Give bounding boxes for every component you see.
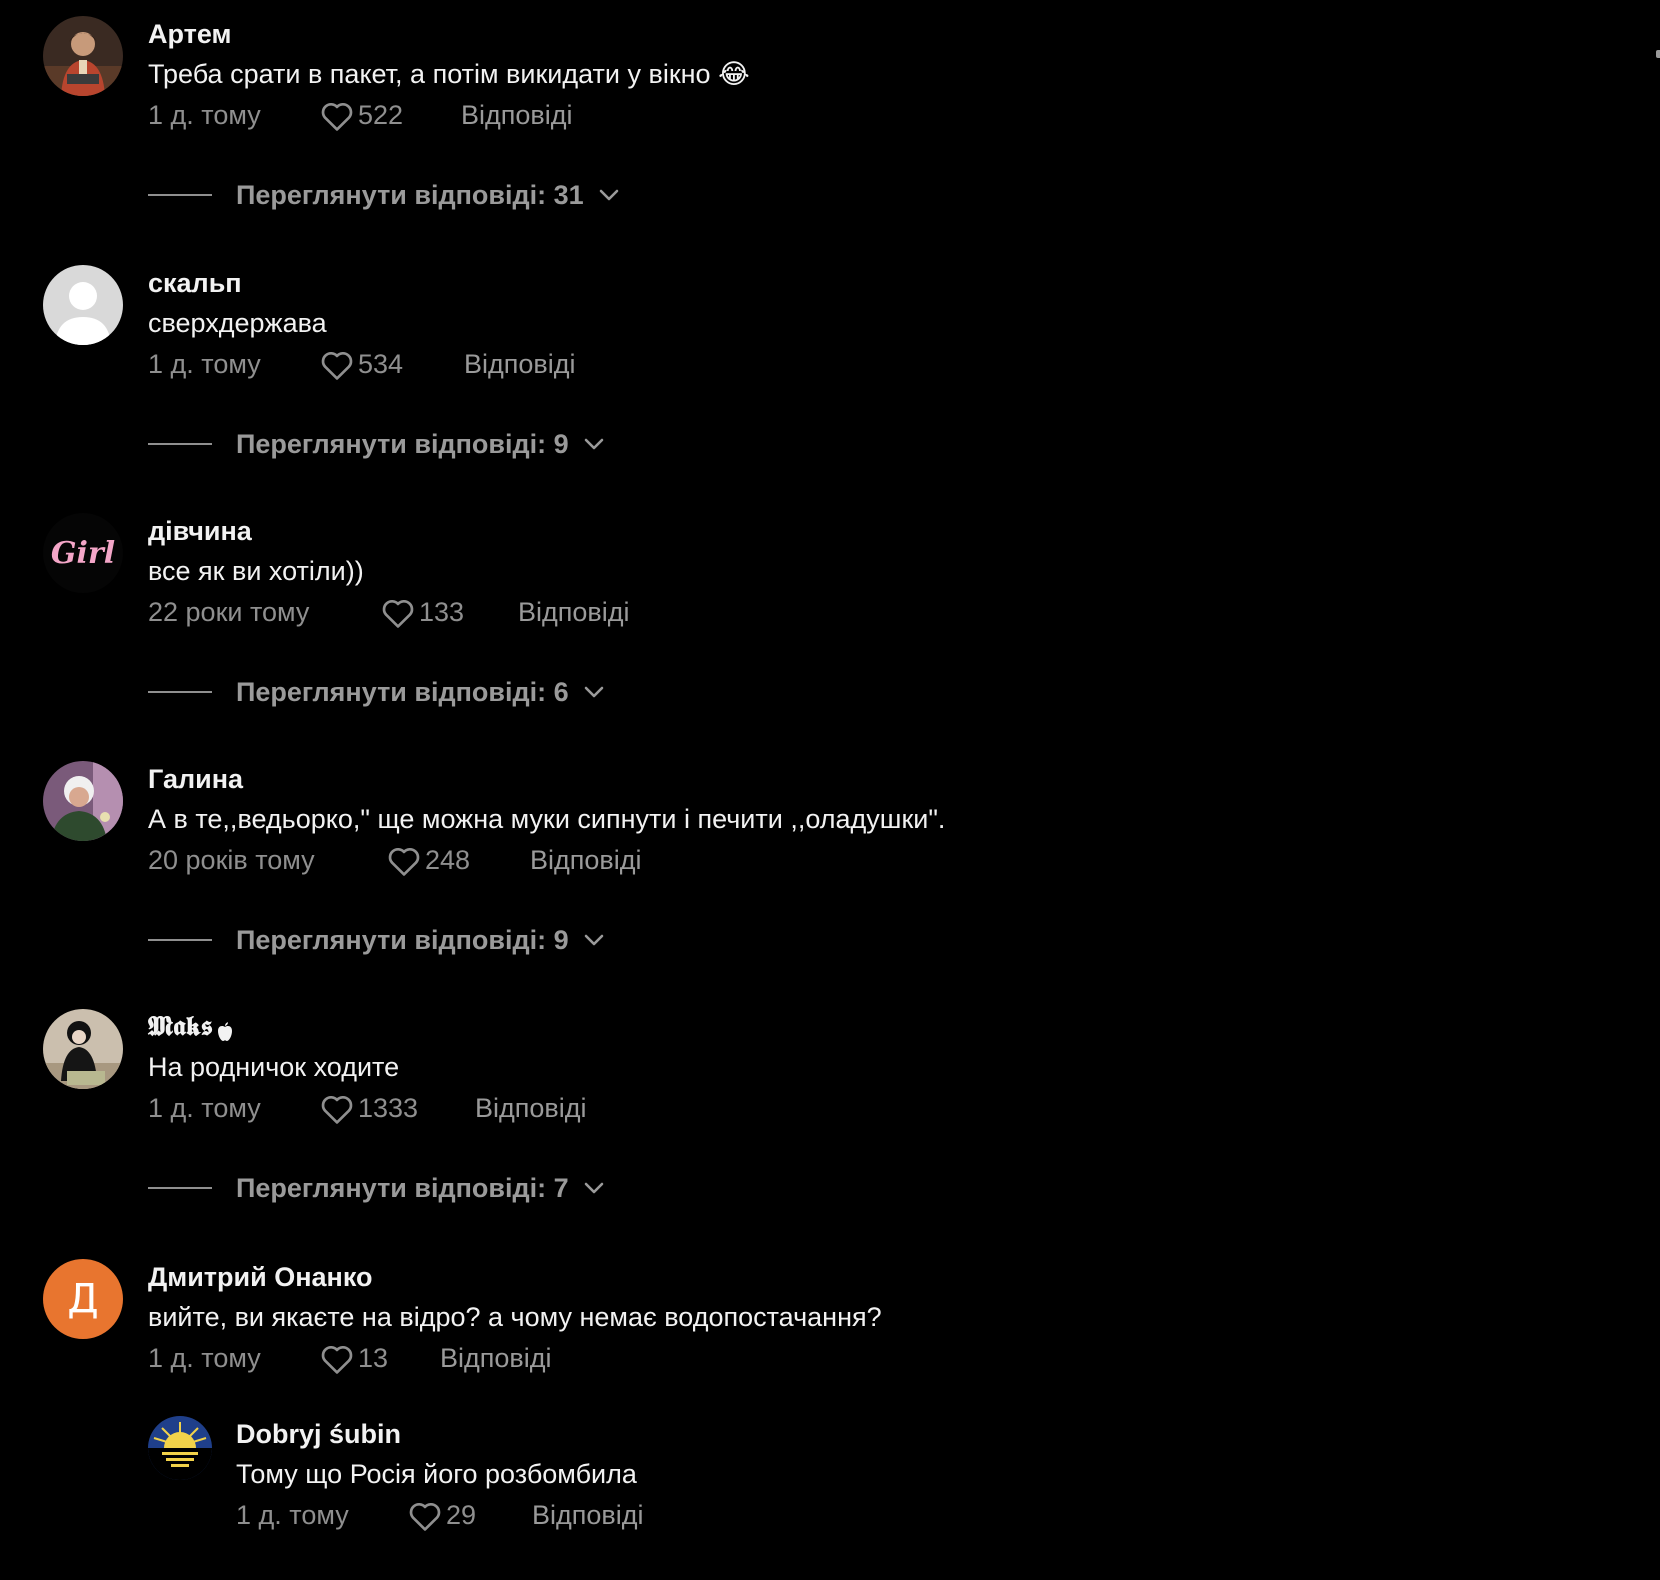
comment-author[interactable]: Dobryj śubin bbox=[236, 1416, 637, 1452]
avatar-letter: Д bbox=[67, 1276, 99, 1322]
comment-time: 1 д. тому bbox=[148, 1343, 261, 1373]
avatar[interactable] bbox=[43, 265, 123, 345]
heart-outline-icon bbox=[321, 1345, 353, 1374]
comment-body: Артем Треба срати в пакет, а потім викид… bbox=[148, 16, 750, 135]
view-replies-label: Переглянути відповіді: 9 bbox=[236, 924, 569, 955]
comment-meta: 1 д. тому 1333 Відповіді bbox=[148, 1088, 587, 1128]
heart-outline-icon bbox=[321, 1095, 353, 1124]
divider bbox=[148, 691, 212, 693]
heart-outline-icon bbox=[388, 847, 420, 876]
comment-author[interactable]: Артем bbox=[148, 16, 750, 52]
comment-body: скальп сверхдержава 1 д. тому 534 Відпов… bbox=[148, 265, 576, 384]
view-replies-label: Переглянути відповіді: 6 bbox=[236, 676, 569, 707]
comment-time: 1 д. тому bbox=[236, 1500, 349, 1530]
reply-button[interactable]: Відповіді bbox=[464, 344, 576, 384]
reply-button[interactable]: Відповіді bbox=[530, 840, 642, 880]
comment-body: 𝕸𝖆𝖐𝖘 На родничок ходите 1 д. тому 1333 В… bbox=[148, 1009, 587, 1128]
comment-text: вийте, ви якаєте на відро? а чому немає … bbox=[148, 1302, 882, 1332]
comment-body: Dobryj śubin Тому що Росія його розбомби… bbox=[236, 1416, 644, 1535]
view-replies-label: Переглянути відповіді: 31 bbox=[236, 179, 584, 210]
reply-button[interactable]: Відповіді bbox=[532, 1495, 644, 1535]
comment-text: На родничок ходите bbox=[148, 1052, 400, 1082]
comment-time: 1 д. тому bbox=[148, 1093, 261, 1123]
like-button[interactable]: 29 bbox=[408, 1495, 476, 1535]
comment-text: все як ви хотіли)) bbox=[148, 556, 364, 586]
comment-meta: 1 д. тому 522 Відповіді bbox=[148, 95, 750, 135]
view-replies-label: Переглянути відповіді: 7 bbox=[236, 1172, 569, 1203]
divider bbox=[148, 194, 212, 196]
divider bbox=[148, 1187, 212, 1189]
comment-body: Галина А в те,,ведьорко," ще можна муки … bbox=[148, 761, 945, 880]
divider bbox=[148, 443, 212, 445]
comment-time: 20 років тому bbox=[148, 845, 315, 875]
avatar[interactable] bbox=[43, 1009, 123, 1089]
avatar[interactable]: Girl bbox=[43, 513, 123, 593]
heart-outline-icon bbox=[409, 1502, 441, 1531]
reply-button[interactable]: Відповіді bbox=[461, 95, 573, 135]
comment-time: 1 д. тому bbox=[148, 349, 261, 379]
comment-text: Тому що Росія його розбомбила bbox=[236, 1459, 637, 1489]
comment-meta: 1 д. тому 534 Відповіді bbox=[148, 344, 576, 384]
chevron-down-icon bbox=[598, 188, 620, 202]
view-replies-button[interactable]: Переглянути відповіді: 31 bbox=[148, 175, 620, 215]
like-button[interactable]: 522 bbox=[320, 95, 403, 135]
comment-author[interactable]: дівчина bbox=[148, 513, 364, 549]
like-button[interactable]: 1333 bbox=[320, 1088, 418, 1128]
view-replies-button[interactable]: Переглянути відповіді: 7 bbox=[148, 1168, 605, 1208]
like-button[interactable]: 13 bbox=[320, 1338, 388, 1378]
comment-meta: 1 д. тому 13 Відповіді bbox=[148, 1338, 882, 1378]
reply-button[interactable]: Відповіді bbox=[475, 1088, 587, 1128]
like-button[interactable]: 248 bbox=[387, 840, 470, 880]
divider bbox=[148, 939, 212, 941]
comment-author-name: 𝕸𝖆𝖐𝖘 bbox=[148, 1011, 213, 1042]
avatar[interactable] bbox=[43, 761, 123, 841]
view-replies-button[interactable]: Переглянути відповіді: 6 bbox=[148, 672, 605, 712]
chevron-down-icon bbox=[583, 1181, 605, 1195]
view-replies-label: Переглянути відповіді: 9 bbox=[236, 428, 569, 459]
comment-author[interactable]: Галина bbox=[148, 761, 945, 797]
comment-body: Дмитрий Онанко вийте, ви якаєте на відро… bbox=[148, 1259, 882, 1378]
heart-outline-icon bbox=[321, 102, 353, 131]
chevron-down-icon bbox=[583, 685, 605, 699]
like-count: 522 bbox=[358, 100, 404, 130]
comment-text: Треба срати в пакет, а потім викидати у … bbox=[148, 59, 750, 89]
like-count: 29 bbox=[446, 1500, 477, 1530]
avatar[interactable] bbox=[148, 1416, 212, 1480]
view-replies-button[interactable]: Переглянути відповіді: 9 bbox=[148, 424, 605, 464]
comment-body: дівчина все як ви хотіли)) 22 роки тому … bbox=[148, 513, 630, 632]
comment-text: сверхдержава bbox=[148, 308, 327, 338]
chevron-down-icon bbox=[583, 933, 605, 947]
view-replies-button[interactable]: Переглянути відповіді: 9 bbox=[148, 920, 605, 960]
comment-author[interactable]: 𝕸𝖆𝖐𝖘 bbox=[148, 1009, 399, 1045]
avatar[interactable] bbox=[43, 16, 123, 96]
avatar[interactable]: Д bbox=[43, 1259, 123, 1339]
like-count: 1333 bbox=[358, 1093, 419, 1123]
comment-author[interactable]: Дмитрий Онанко bbox=[148, 1259, 882, 1295]
comment-meta: 20 років тому 248 Відповіді bbox=[148, 840, 945, 880]
like-button[interactable]: 534 bbox=[320, 344, 403, 384]
menu-dot-icon[interactable] bbox=[1656, 50, 1660, 58]
like-count: 13 bbox=[358, 1343, 389, 1373]
comment-meta: 22 роки тому 133 Відповіді bbox=[148, 592, 630, 632]
apple-icon bbox=[215, 1016, 235, 1041]
comment-time: 22 роки тому bbox=[148, 597, 310, 627]
comment-time: 1 д. тому bbox=[148, 100, 261, 130]
like-count: 534 bbox=[358, 349, 404, 379]
heart-outline-icon bbox=[382, 599, 414, 628]
like-count: 248 bbox=[425, 845, 471, 875]
comment-text: А в те,,ведьорко," ще можна муки сипнути… bbox=[148, 804, 946, 834]
like-button[interactable]: 133 bbox=[381, 592, 464, 632]
comment-meta: 1 д. тому 29 Відповіді bbox=[236, 1495, 644, 1535]
like-count: 133 bbox=[419, 597, 465, 627]
avatar-logo-text: Girl bbox=[51, 536, 115, 571]
reply-button[interactable]: Відповіді bbox=[518, 592, 630, 632]
chevron-down-icon bbox=[583, 437, 605, 451]
comment-author[interactable]: скальп bbox=[148, 265, 327, 301]
reply-button[interactable]: Відповіді bbox=[440, 1338, 552, 1378]
heart-outline-icon bbox=[321, 351, 353, 380]
